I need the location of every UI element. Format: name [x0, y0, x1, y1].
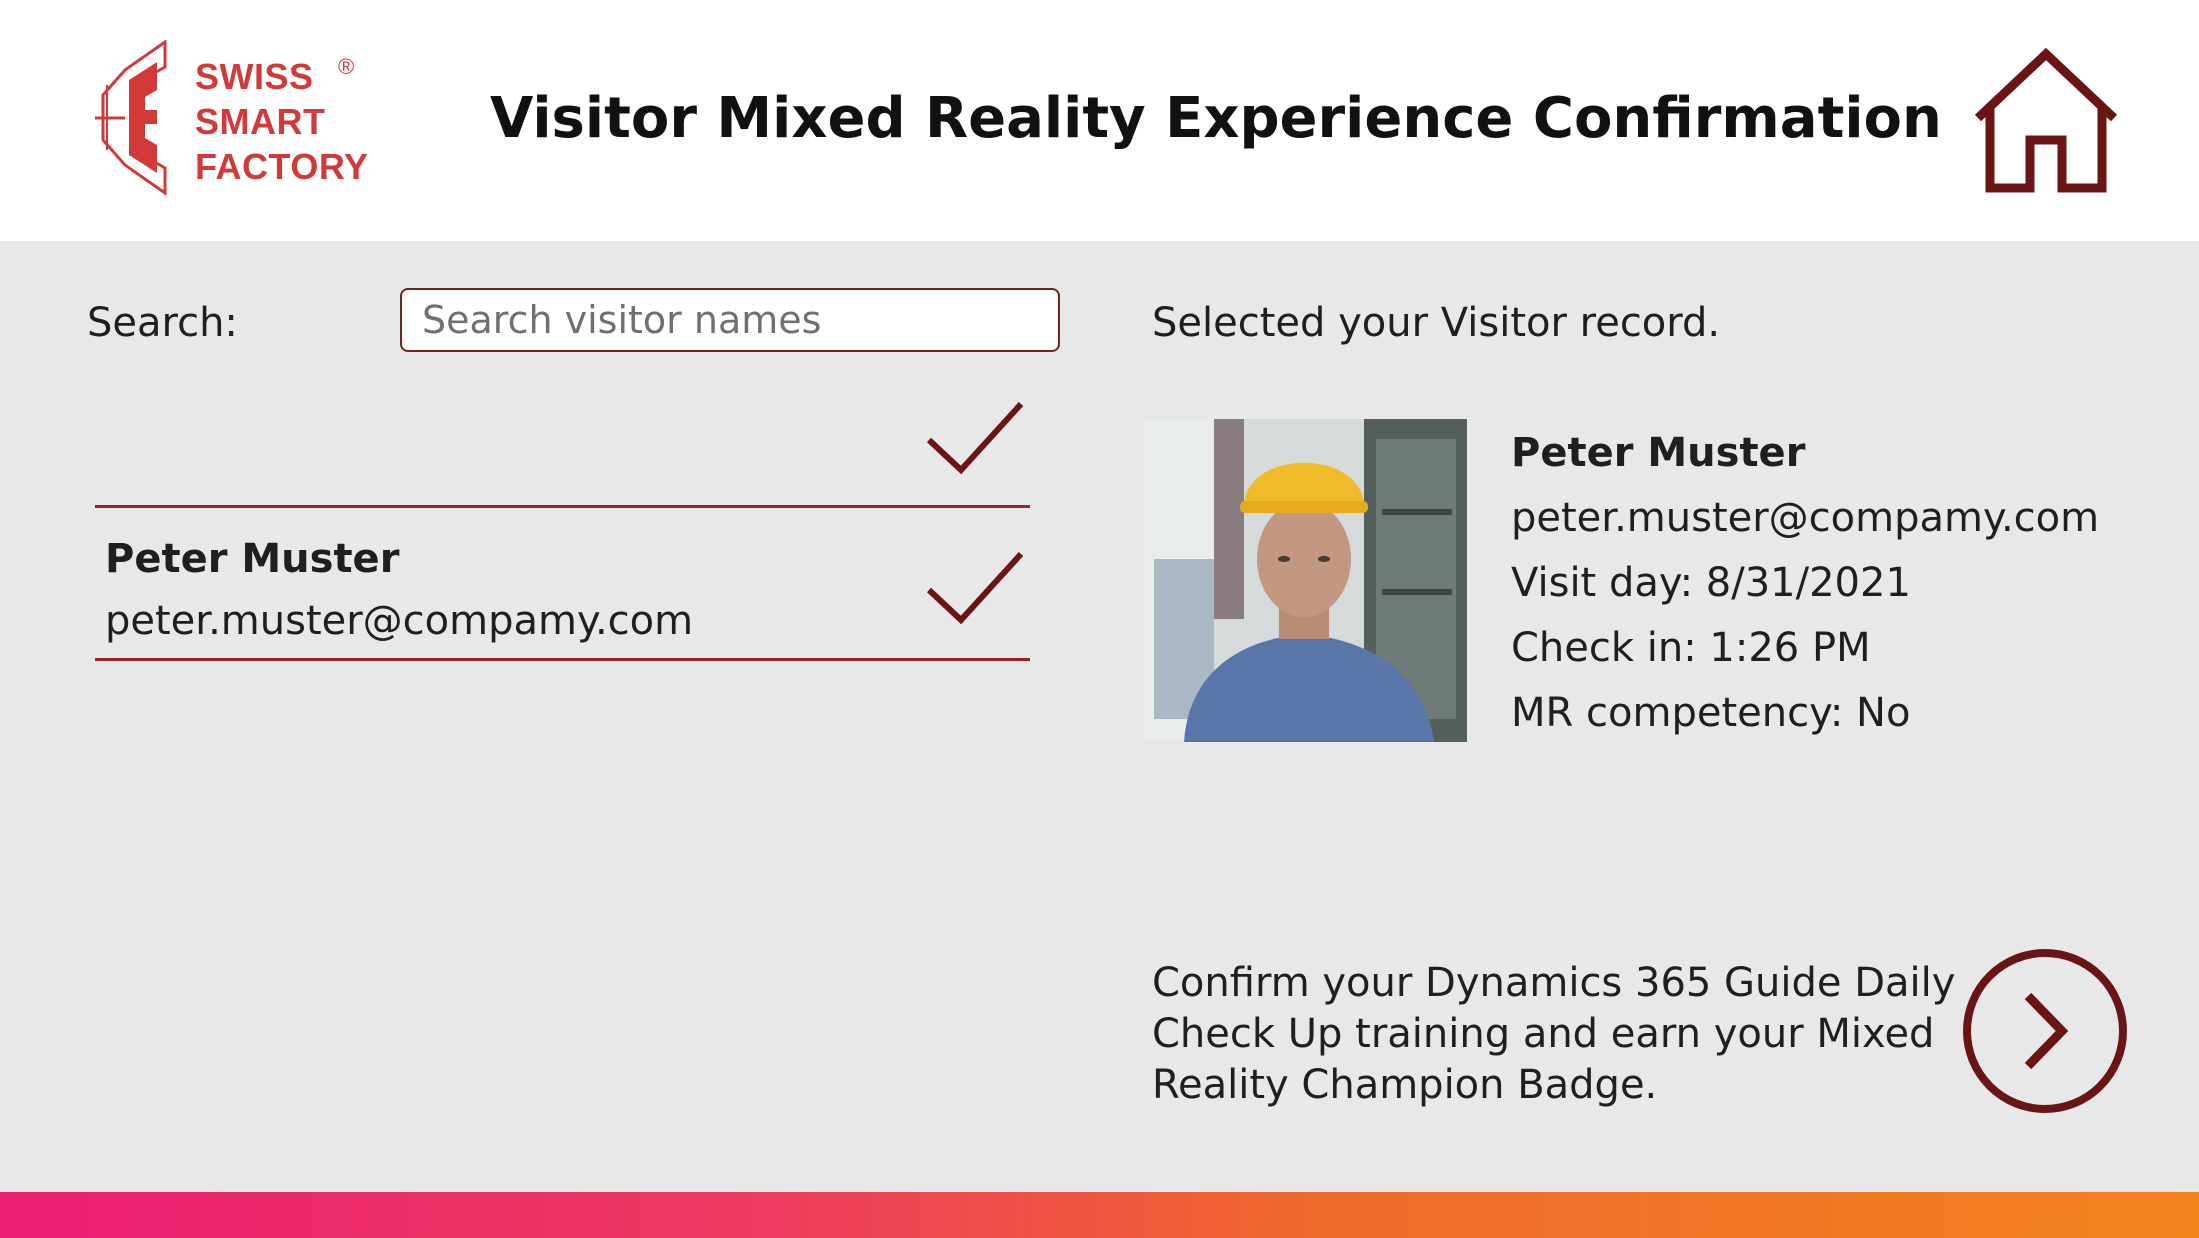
swiss-smart-factory-logo: SWISS SMART FACTORY ®: [95, 40, 368, 195]
visit-day: Visit day: 8/31/2021: [1511, 560, 1911, 606]
list-item[interactable]: Peter Muster peter.muster@compamy.com: [95, 518, 1030, 661]
confirm-message: Confirm your Dynamics 365 Guide Daily Ch…: [1152, 960, 1956, 1108]
visitor-photo: [1144, 419, 1467, 742]
logo-mark-icon: [95, 40, 167, 195]
next-button[interactable]: [1962, 948, 2128, 1114]
check-in-time: Check in: 1:26 PM: [1511, 625, 1871, 671]
page-title: Visitor Mixed Reality Experience Confirm…: [490, 86, 1942, 151]
checkmark-icon[interactable]: [925, 548, 1025, 628]
logo-line-2: SMART: [195, 101, 326, 142]
search-label: Search:: [87, 300, 238, 346]
visitor-email: peter.muster@compamy.com: [105, 598, 694, 644]
visitor-name: Peter Muster: [105, 536, 400, 582]
mr-competency: MR competency: No: [1511, 690, 1911, 736]
search-input[interactable]: [400, 288, 1060, 352]
selected-visitor-name: Peter Muster: [1511, 430, 1806, 476]
chevron-right-icon: [2024, 992, 2069, 1070]
footer-gradient-bar: [0, 1192, 2199, 1238]
selected-record-heading: Selected your Visitor record.: [1152, 300, 1721, 346]
logo-line-3: FACTORY: [195, 146, 369, 187]
home-icon[interactable]: [1970, 48, 2122, 196]
selected-visitor-email: peter.muster@compamy.com: [1511, 495, 2100, 541]
list-item[interactable]: [95, 390, 1030, 508]
header-bar: SWISS SMART FACTORY ® Visitor Mixed Real…: [0, 0, 2199, 241]
checkmark-icon[interactable]: [925, 398, 1025, 478]
registered-mark: ®: [338, 54, 355, 79]
